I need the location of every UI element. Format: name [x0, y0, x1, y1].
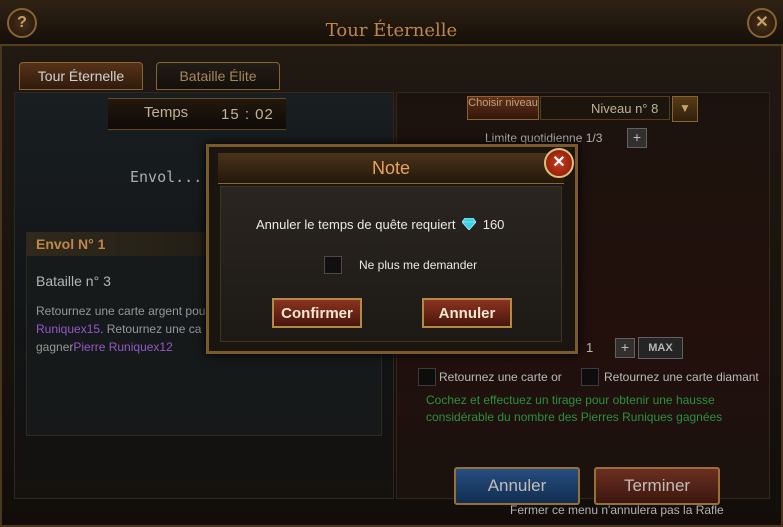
- dialog-title: Note: [371, 158, 411, 178]
- dialog-message-text: Annuler le temps de quête requiert: [256, 217, 456, 232]
- dont-ask-checkbox[interactable]: [324, 256, 342, 274]
- dialog-cancel-button[interactable]: Annuler: [422, 298, 512, 328]
- diamond-icon: [462, 218, 477, 230]
- dialog-message: Annuler le temps de quête requiert 160: [256, 217, 504, 232]
- dialog-cost: 160: [482, 217, 505, 232]
- dont-ask-label: Ne plus me demander: [359, 258, 478, 272]
- close-icon[interactable]: ✕: [544, 148, 574, 178]
- dialog-header: Note: [218, 153, 564, 184]
- confirm-button[interactable]: Confirmer: [272, 298, 362, 328]
